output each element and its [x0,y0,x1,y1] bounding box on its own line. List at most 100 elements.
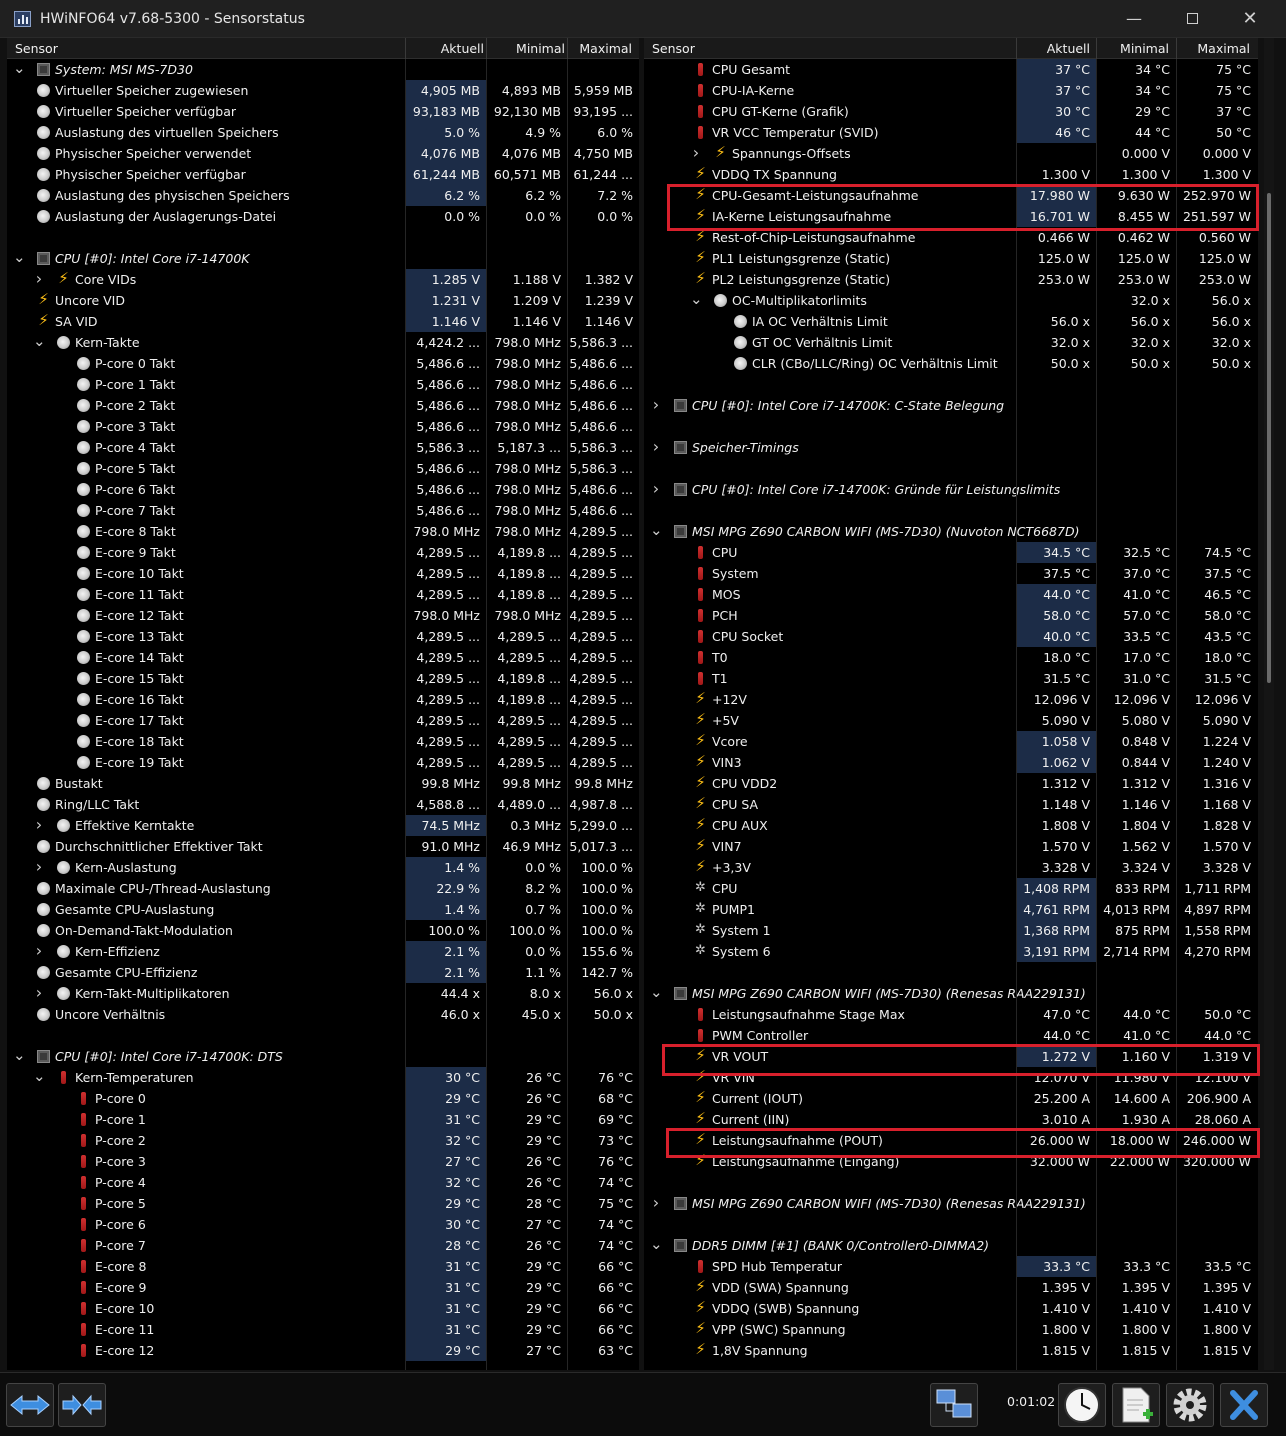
sensor-group-row[interactable]: ⌄ CPU [#0]: Intel Core i7-14700K: DTS [7,1046,639,1067]
sensor-row[interactable]: E-core 12 Takt 798.0 MHz 798.0 MHz 4,289.5 … [7,605,639,626]
sensor-row[interactable]: E-core 11 31 °C 29 °C 66 °C [7,1319,639,1340]
sensor-row[interactable]: GT OC Verhältnis Limit 32.0 x 32.0 x 32.0 x [644,332,1258,353]
column-current[interactable]: Aktuell [1016,41,1090,56]
expand-chevron-icon[interactable]: › [650,479,662,498]
sensor-row[interactable]: ⚡ PL2 Leistungsgrenze (Static) 253.0 W 253.… [644,269,1258,290]
sensor-group-row[interactable]: › Speicher-Timings [644,437,1258,458]
sensor-row[interactable]: ✲ PUMP1 4,761 RPM 4,013 RPM 4,897 RPM [644,899,1258,920]
sensor-row[interactable]: P-core 4 32 °C 26 °C 74 °C [7,1172,639,1193]
column-min[interactable]: Minimal [1096,41,1169,56]
sensor-row[interactable]: Auslastung des physischen Speichers 6.2 %… [7,185,639,206]
sensor-row[interactable]: CLR (CBo/LLC/Ring) OC Verhältnis Limit 50… [644,353,1258,374]
sensor-row[interactable]: Bustakt 99.8 MHz 99.8 MHz 99.8 MHz [7,773,639,794]
collapse-chevron-icon[interactable]: ⌄ [13,248,26,266]
sensor-row[interactable]: ⌄ Kern-Takte 4,424.2 ... 798.0 MHz 5,586.3 .… [7,332,639,353]
sensor-row[interactable]: P-core 1 Takt 5,486.6 ... 798.0 MHz 5,486.6… [7,374,639,395]
sensor-row[interactable]: CPU 34.5 °C 32.5 °C 74.5 °C [644,542,1258,563]
expand-chevron-icon[interactable]: › [650,437,662,456]
clock-reset-button[interactable] [1058,1383,1106,1427]
sensor-row[interactable]: › Kern-Auslastung 1.4 % 0.0 % 100.0 % [7,857,639,878]
expand-chevron-icon[interactable]: › [33,941,45,960]
sensor-row[interactable]: E-core 10 31 °C 29 °C 66 °C [7,1298,639,1319]
column-current[interactable]: Aktuell [405,41,484,56]
sensor-row[interactable]: ⚡ VPP (SWC) Spannung 1.800 V 1.800 V 1.800 V [644,1319,1258,1340]
sensor-group-row[interactable]: › MSI MPG Z690 CARBON WIFI (MS-7D30) (Ren… [644,1193,1258,1214]
sensor-row[interactable]: Gesamte CPU-Effizienz 2.1 % 1.1 % 142.7 % [7,962,639,983]
sensor-row[interactable]: Maximale CPU-/Thread-Auslastung 22.9 % 8.2… [7,878,639,899]
sensor-row[interactable]: E-core 11 Takt 4,289.5 ... 4,189.8 ... 4,28… [7,584,639,605]
sensor-row[interactable]: P-core 6 Takt 5,486.6 ... 798.0 MHz 5,486.6… [7,479,639,500]
sensor-row[interactable]: CPU GT-Kerne (Grafik) 30 °C 29 °C 37 °C [644,101,1258,122]
sensor-row[interactable]: ⚡ +12V 12.096 V 12.096 V 12.096 V [644,689,1258,710]
sensor-group-row[interactable]: › CPU [#0]: Intel Core i7-14700K: Gründe … [644,479,1258,500]
sensor-row[interactable]: P-core 5 Takt 5,486.6 ... 798.0 MHz 5,586.3… [7,458,639,479]
sensor-row[interactable]: P-core 7 28 °C 26 °C 74 °C [7,1235,639,1256]
expand-chevron-icon[interactable]: › [690,143,702,162]
sensor-row[interactable]: ⚡ CPU SA 1.148 V 1.146 V 1.168 V [644,794,1258,815]
sensor-row[interactable]: P-core 6 30 °C 27 °C 74 °C [7,1214,639,1235]
sensor-row[interactable]: ✲ System 1 1,368 RPM 875 RPM 1,558 RPM [644,920,1258,941]
sensor-row[interactable]: E-core 13 Takt 4,289.5 ... 4,289.5 ... 4,28… [7,626,639,647]
sensor-row[interactable]: On-Demand-Takt-Modulation 100.0 % 100.0 % 1… [7,920,639,941]
collapse-chevron-icon[interactable]: ⌄ [13,59,26,77]
close-window-button[interactable]: ✕ [1238,8,1262,30]
sensor-row[interactable]: › ⚡ Spannungs-Offsets 0.000 V 0.000 V [644,143,1258,164]
sensor-row[interactable]: ⌄ OC-Multiplikatorlimits 32.0 x 56.0 x [644,290,1258,311]
sensor-row[interactable]: ⌄ Kern-Temperaturen 30 °C 26 °C 76 °C [7,1067,639,1088]
sensor-row[interactable]: E-core 9 Takt 4,289.5 ... 4,189.8 ... 4,289… [7,542,639,563]
expand-layout-button[interactable] [6,1383,54,1427]
sensor-row[interactable]: › Kern-Effizienz 2.1 % 0.0 % 155.6 % [7,941,639,962]
sensor-row[interactable]: SPD Hub Temperatur 33.3 °C 33.3 °C 33.5 °C [644,1256,1258,1277]
expand-chevron-icon[interactable]: › [650,395,662,414]
sensor-row[interactable]: P-core 0 Takt 5,486.6 ... 798.0 MHz 5,486.6… [7,353,639,374]
expand-chevron-icon[interactable]: › [650,1193,662,1212]
sensor-row[interactable]: System 37.5 °C 37.0 °C 37.5 °C [644,563,1258,584]
sensor-row[interactable]: P-core 4 Takt 5,586.3 ... 5,187.3 ... 5,586… [7,437,639,458]
sensor-row[interactable]: PCH 58.0 °C 57.0 °C 58.0 °C [644,605,1258,626]
sensor-row[interactable]: Physischer Speicher verfügbar 61,244 MB 60… [7,164,639,185]
sensor-row[interactable]: ⚡ VIN7 1.570 V 1.562 V 1.570 V [644,836,1258,857]
sensor-row[interactable]: ⚡ VDD (SWA) Spannung 1.395 V 1.395 V 1.395 V [644,1277,1258,1298]
sensor-row[interactable]: P-core 0 29 °C 26 °C 68 °C [7,1088,639,1109]
settings-button[interactable] [1166,1383,1214,1427]
sensor-row[interactable]: Ring/LLC Takt 4,588.8 ... 4,489.0 ... 4,987… [7,794,639,815]
sensor-row[interactable]: E-core 8 31 °C 29 °C 66 °C [7,1256,639,1277]
sensor-row[interactable]: ⚡ Current (IOUT) 25.200 A 14.600 A 206.900 A [644,1088,1258,1109]
collapse-chevron-icon[interactable]: ⌄ [33,332,46,350]
sensor-row[interactable]: CPU-IA-Kerne 37 °C 34 °C 75 °C [644,80,1258,101]
collapse-chevron-icon[interactable]: ⌄ [13,1046,26,1064]
column-max[interactable]: Maximal [1176,41,1250,56]
right-scrollbar[interactable] [1264,38,1274,1370]
expand-chevron-icon[interactable]: › [33,983,45,1002]
collapse-chevron-icon[interactable]: ⌄ [650,983,663,1001]
column-min[interactable]: Minimal [486,41,565,56]
sensor-group-row[interactable]: › CPU [#0]: Intel Core i7-14700K: C-State… [644,395,1258,416]
sensor-row[interactable]: Virtueller Speicher verfügbar 93,183 MB 92… [7,101,639,122]
collapse-chevron-icon[interactable]: ⌄ [33,1067,46,1085]
sensor-row[interactable]: P-core 7 Takt 5,486.6 ... 798.0 MHz 5,486.6… [7,500,639,521]
column-max[interactable]: Maximal [567,41,632,56]
sensor-row[interactable]: PWM Controller 44.0 °C 41.0 °C 44.0 °C [644,1025,1258,1046]
sensor-row[interactable]: E-core 16 Takt 4,289.5 ... 4,189.8 ... 4,28… [7,689,639,710]
collapse-chevron-icon[interactable]: ⌄ [690,290,703,308]
sensor-row[interactable]: E-core 15 Takt 4,289.5 ... 4,189.8 ... 4,28… [7,668,639,689]
sensor-row[interactable]: P-core 2 32 °C 29 °C 73 °C [7,1130,639,1151]
sensor-row[interactable]: Leistungsaufnahme Stage Max 47.0 °C 44.0 °… [644,1004,1258,1025]
sensor-row[interactable]: P-core 5 29 °C 28 °C 75 °C [7,1193,639,1214]
close-sensors-button[interactable] [1220,1383,1268,1427]
sensor-row[interactable]: ⚡ VIN3 1.062 V 0.844 V 1.240 V [644,752,1258,773]
sensor-group-row[interactable]: ⌄ MSI MPG Z690 CARBON WIFI (MS-7D30) (Ren… [644,983,1258,1004]
sensor-row[interactable]: Virtueller Speicher zugewiesen 4,905 MB 4,… [7,80,639,101]
sensor-row[interactable]: E-core 8 Takt 798.0 MHz 798.0 MHz 4,289.5 .… [7,521,639,542]
sensor-row[interactable]: P-core 3 27 °C 26 °C 76 °C [7,1151,639,1172]
sensor-row[interactable]: ✲ CPU 1,408 RPM 833 RPM 1,711 RPM [644,878,1258,899]
sensor-row[interactable]: E-core 14 Takt 4,289.5 ... 4,289.5 ... 4,28… [7,647,639,668]
sensor-row[interactable]: ⚡ +3,3V 3.328 V 3.324 V 3.328 V [644,857,1258,878]
sensor-row[interactable]: ⚡ Current (IIN) 3.010 A 1.930 A 28.060 A [644,1109,1258,1130]
sensor-row[interactable]: › Effektive Kerntakte 74.5 MHz 0.3 MHz 5,299… [7,815,639,836]
sensor-row[interactable]: CPU Gesamt 37 °C 34 °C 75 °C [644,59,1258,80]
sensor-row[interactable]: ⚡ 1,8V Spannung 1.815 V 1.815 V 1.815 V [644,1340,1258,1361]
sensor-row[interactable]: Uncore Verhältnis 46.0 x 45.0 x 50.0 x [7,1004,639,1025]
sensor-row[interactable]: E-core 17 Takt 4,289.5 ... 4,289.5 ... 4,28… [7,710,639,731]
sensor-group-row[interactable]: ⌄ DDR5 DIMM [#1] (BANK 0/Controller0-DIMM… [644,1235,1258,1256]
